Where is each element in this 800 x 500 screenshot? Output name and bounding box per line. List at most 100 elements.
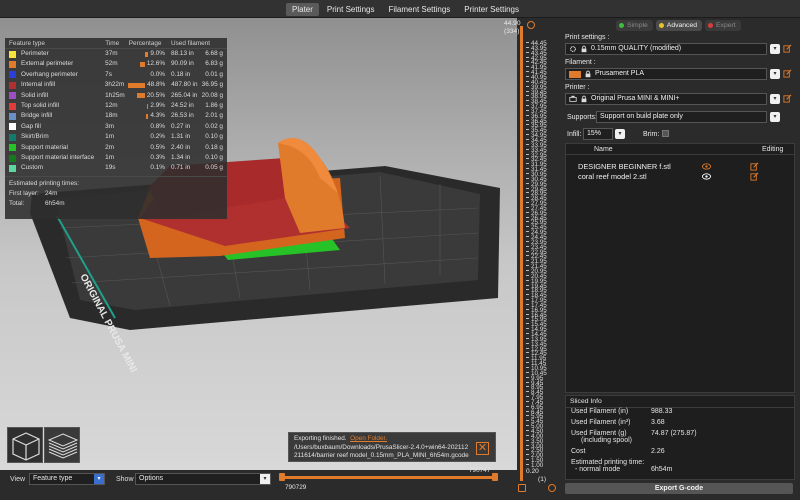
est-title: Estimated printing times: xyxy=(9,179,79,187)
object-item-coral-reef[interactable]: coral reef model 2.stl xyxy=(578,172,647,181)
legend-percentage-value: 0.2% xyxy=(150,133,165,141)
legend-length: 487.80 in xyxy=(171,81,198,89)
layers-icon xyxy=(47,433,79,459)
horizontal-slider-track[interactable] xyxy=(283,476,497,479)
tab-print-settings[interactable]: Print Settings xyxy=(321,3,381,16)
vertical-slider-track[interactable] xyxy=(520,26,523,481)
object-item-designer-beginner[interactable]: DESIGNER BEGINNER f.stl xyxy=(578,162,671,171)
legend-feature: Solid infill xyxy=(9,91,105,101)
export-gcode-button[interactable]: Export G-code xyxy=(565,483,793,494)
sliced-info-title: Sliced Info xyxy=(566,396,794,408)
mode-simple-button[interactable]: Simple xyxy=(616,20,653,31)
expert-dot-icon xyxy=(708,23,714,28)
lock-icon xyxy=(581,95,587,103)
legend-used-filament: 2.40 in 0.18 g xyxy=(171,143,227,153)
legend-feature-name: External perimeter xyxy=(21,60,74,68)
legend-percentage-bar xyxy=(139,62,145,68)
edit-preset-icon[interactable] xyxy=(783,69,792,78)
legend-used-filament: 0.18 in 0.01 g xyxy=(171,70,227,80)
legend-feature-name: Support material interface xyxy=(21,153,95,161)
hslider-right-thumb[interactable] xyxy=(492,473,498,481)
chevron-down-icon: ▾ xyxy=(94,474,104,484)
print-settings-select[interactable]: 0.15mm QUALITY (modified) xyxy=(565,43,767,55)
legend-row: Bridge infill 18m 4.3% 26.53 in 2.01 g xyxy=(5,111,227,121)
edit-object-icon[interactable] xyxy=(750,172,759,181)
legend-swatch xyxy=(9,50,16,58)
tab-printer-settings[interactable]: Printer Settings xyxy=(458,3,525,16)
export-path-line1: /Users/buxbaum/Downloads/PrusaSlicer-2.4… xyxy=(294,443,469,451)
legend-swatch xyxy=(9,71,16,79)
vslider-settings-icon[interactable] xyxy=(548,484,556,492)
legend-swatch xyxy=(9,164,16,172)
name-column-header[interactable]: Name xyxy=(566,144,632,154)
tab-filament-settings[interactable]: Filament Settings xyxy=(382,3,456,16)
legend-percentage: 12.6% xyxy=(129,59,171,69)
sliced-row-label: Used Filament (in) xyxy=(571,408,629,415)
visibility-eye-icon[interactable] xyxy=(702,173,711,180)
mode-advanced-button[interactable]: Advanced xyxy=(655,20,703,31)
edit-object-icon[interactable] xyxy=(750,162,759,171)
legend-weight: 0.01 g xyxy=(205,70,223,78)
chevron-down-icon[interactable]: ▾ xyxy=(770,94,780,104)
legend-feature: Overhang perimeter xyxy=(9,70,105,80)
infill-label: Infill: xyxy=(567,131,582,138)
legend-used-filament: 90.09 in 6.83 g xyxy=(171,59,227,69)
vslider-top-thumb[interactable] xyxy=(527,21,535,29)
legend-used-filament: 1.34 in 0.10 g xyxy=(171,153,227,163)
legend-time: 1h25m xyxy=(105,91,125,99)
legend-swatch xyxy=(9,113,16,121)
show-select[interactable]: Options ▾ xyxy=(135,473,271,485)
view-select[interactable]: Feature type ▾ xyxy=(29,473,105,485)
layers-view-button[interactable] xyxy=(44,427,80,463)
legend-time: 3m xyxy=(105,122,115,130)
brim-checkbox[interactable] xyxy=(662,130,669,137)
sliced-row-label: Estimated printing time: xyxy=(571,459,645,466)
edit-preset-icon[interactable] xyxy=(783,94,792,103)
mode-expert-label: Expert xyxy=(716,22,736,29)
legend-used-filament: 0.71 in 0.05 g xyxy=(171,163,227,173)
legend-feature-name: Perimeter xyxy=(21,50,49,57)
legend-row: Internal infill 3h22m 48.8% 487.80 in 36.95 … xyxy=(5,80,227,90)
visibility-eye-icon[interactable] xyxy=(702,163,711,170)
filament-value: Prusament PLA xyxy=(595,70,645,77)
vslider-bottom-layer: (1) xyxy=(538,476,547,483)
3d-viewport[interactable]: ORIGINAL PRUSA MINI Feature type Time Pe… xyxy=(0,18,517,470)
vslider-top-layer: (334) xyxy=(504,28,520,35)
tab-plater[interactable]: Plater xyxy=(286,3,319,16)
legend-used-filament: 26.53 in 2.01 g xyxy=(171,111,227,121)
legend-percentage-value: 0.1% xyxy=(150,164,165,172)
legend-feature: Support material xyxy=(9,143,105,153)
printer-select[interactable]: Original Prusa MINI & MINI+ xyxy=(565,93,767,105)
legend-percentage-value: 0.3% xyxy=(150,153,165,161)
legend-feature: Top solid infill xyxy=(9,101,105,111)
legend-row: Perimeter 37m 9.0% 88.13 in 6.68 g xyxy=(5,49,227,59)
chevron-down-icon[interactable]: ▾ xyxy=(770,69,780,79)
filament-select[interactable]: Prusament PLA xyxy=(565,68,767,80)
chevron-down-icon[interactable]: ▾ xyxy=(770,112,780,122)
legend-length: 0.18 in xyxy=(171,70,191,78)
legend-used-filament: 0.27 in 0.02 g xyxy=(171,122,227,132)
mode-simple-label: Simple xyxy=(627,22,648,29)
chevron-down-icon[interactable]: ▾ xyxy=(770,44,780,54)
infill-select[interactable]: 15% xyxy=(583,128,613,140)
printer-value: Original Prusa MINI & MINI+ xyxy=(591,95,680,102)
supports-select[interactable]: Support on build plate only xyxy=(596,111,767,123)
vslider-lock-icon[interactable] xyxy=(518,484,526,492)
legend-percentage-value: 12.6% xyxy=(146,60,165,68)
simple-dot-icon xyxy=(619,23,624,28)
mode-expert-button[interactable]: Expert xyxy=(705,20,741,31)
close-notification-icon[interactable]: ✕ xyxy=(476,442,489,455)
legend-row: Solid infill 1h25m 20.5% 265.04 in 20.08 g xyxy=(5,91,227,101)
chevron-down-icon[interactable]: ▾ xyxy=(615,129,625,139)
legend-percentage-bar xyxy=(146,114,149,120)
open-folder-link[interactable]: Open Folder. xyxy=(350,435,387,442)
editing-column-header[interactable]: Editing xyxy=(762,144,783,154)
export-notification: Exporting finished. Open Folder. /Users/… xyxy=(288,432,496,462)
filament-label: Filament : xyxy=(565,59,596,66)
legend-percentage: 20.5% xyxy=(129,91,171,101)
iso-view-cube-button[interactable] xyxy=(7,427,43,463)
legend-length: 90.09 in xyxy=(171,60,194,68)
edit-preset-icon[interactable] xyxy=(783,44,792,53)
hslider-left-thumb[interactable] xyxy=(279,473,285,481)
export-finished-text: Exporting finished. xyxy=(294,435,347,442)
